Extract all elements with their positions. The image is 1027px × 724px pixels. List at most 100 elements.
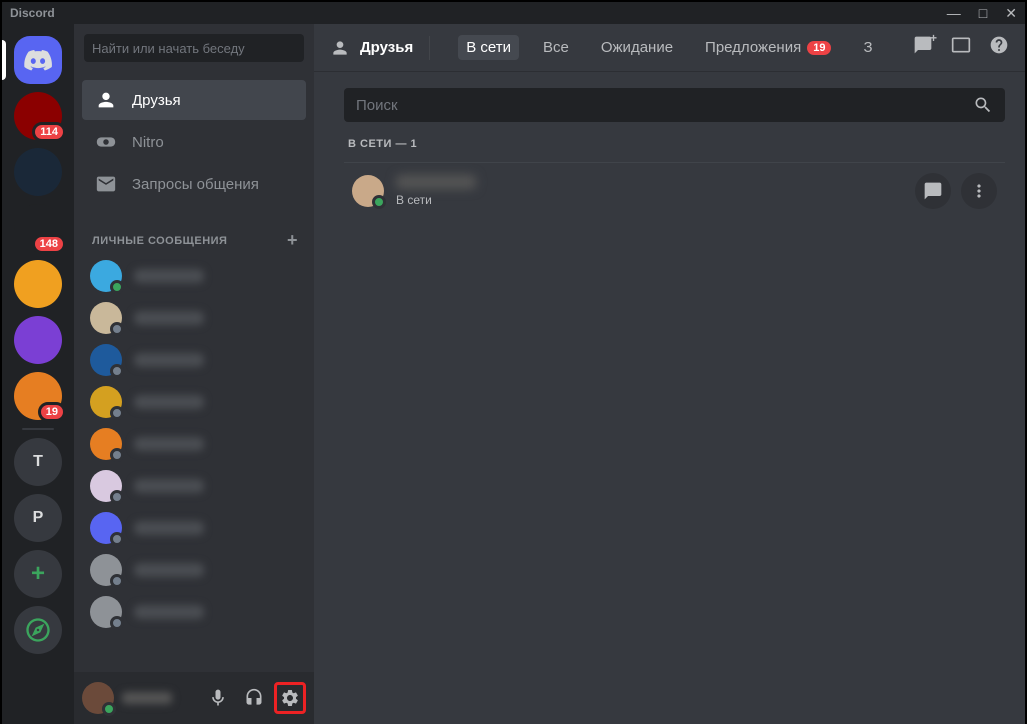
tab-label: Все (543, 39, 569, 56)
dm-item[interactable] (82, 255, 306, 297)
dm-name (134, 479, 204, 493)
server-item[interactable]: + (14, 550, 62, 598)
friends-search[interactable]: Поиск (344, 88, 1005, 122)
tab-badge: 19 (807, 41, 831, 55)
tab-label: Предложения (705, 39, 801, 56)
more-button[interactable] (961, 173, 997, 209)
dm-item[interactable] (82, 381, 306, 423)
header: Друзья В сети Все Ожидание Предложения 19 З + (314, 24, 1025, 72)
status-dot (110, 532, 124, 546)
deafen-button[interactable] (238, 682, 270, 714)
dm-item[interactable] (82, 297, 306, 339)
tab[interactable]: В сети (458, 35, 519, 60)
dm-item[interactable] (82, 507, 306, 549)
nitro-icon (94, 130, 118, 154)
tab[interactable]: З (855, 35, 880, 60)
server-badge: 148 (32, 234, 66, 254)
create-dm-button[interactable]: + (287, 230, 298, 251)
minimize-icon[interactable]: — (947, 6, 961, 20)
dm-name (134, 269, 204, 283)
server-badge: 114 (32, 122, 66, 142)
header-divider (429, 36, 430, 60)
nav-friends[interactable]: Друзья (82, 80, 306, 120)
dm-search[interactable]: Найти или начать беседу (84, 34, 304, 62)
dm-item[interactable] (82, 591, 306, 633)
status-dot (110, 322, 124, 336)
server-item[interactable]: P (14, 494, 62, 542)
close-icon[interactable]: ✕ (1005, 6, 1017, 20)
message-button[interactable] (915, 173, 951, 209)
tab-label: В сети (466, 39, 511, 56)
server-item[interactable]: T (14, 438, 62, 486)
server-item[interactable] (14, 316, 62, 364)
dm-name (134, 437, 204, 451)
inbox-icon[interactable] (951, 35, 971, 60)
status-dot (110, 406, 124, 420)
sidebar: Найти или начать беседу Друзья Nitro Запро… (74, 24, 314, 724)
user-panel (74, 672, 314, 724)
tab[interactable]: Ожидание (593, 35, 681, 60)
dm-name (134, 395, 204, 409)
new-group-dm-icon[interactable]: + (913, 35, 933, 60)
status-dot (110, 574, 124, 588)
friends-icon (94, 88, 118, 112)
nav-nitro[interactable]: Nitro (82, 122, 306, 162)
dm-avatar (90, 428, 122, 460)
dm-header-label: ЛИЧНЫЕ СООБЩЕНИЯ (92, 235, 227, 247)
help-icon[interactable] (989, 35, 1009, 60)
header-tabs: В сети Все Ожидание Предложения 19 З (458, 35, 880, 60)
status-dot (110, 448, 124, 462)
tab-label: Ожидание (601, 39, 673, 56)
server-list: 114 148 19 TP + (2, 24, 74, 724)
friend-name (396, 175, 476, 189)
server-badge: 19 (38, 402, 66, 422)
friend-actions (915, 173, 997, 209)
server-item[interactable]: 114 (14, 92, 62, 140)
status-dot (110, 280, 124, 294)
dm-avatar (90, 344, 122, 376)
status-dot (110, 616, 124, 630)
dm-avatar (90, 260, 122, 292)
friend-status: В сети (396, 193, 903, 207)
server-item[interactable] (14, 148, 62, 196)
titlebar: Discord — □ ✕ (2, 2, 1025, 24)
dm-item[interactable] (82, 339, 306, 381)
dm-name (134, 521, 204, 535)
user-avatar[interactable] (82, 682, 114, 714)
mail-icon (94, 172, 118, 196)
status-dot (110, 364, 124, 378)
settings-button[interactable] (274, 682, 306, 714)
content: Поиск В СЕТИ — 1 В сети (314, 72, 1025, 724)
friends-icon (330, 38, 350, 58)
dm-name (134, 605, 204, 619)
header-title-group: Друзья (330, 38, 413, 58)
dm-name (134, 353, 204, 367)
search-icon (973, 95, 993, 115)
maximize-icon[interactable]: □ (979, 6, 987, 20)
dm-item[interactable] (82, 465, 306, 507)
nav-label: Nitro (132, 134, 164, 151)
nav-list: Друзья Nitro Запросы общения (74, 72, 314, 214)
dm-search-placeholder: Найти или начать беседу (92, 41, 245, 56)
friend-row[interactable]: В сети (344, 162, 1005, 219)
status-dot (110, 490, 124, 504)
window-title: Discord (10, 6, 55, 20)
nav-mail[interactable]: Запросы общения (82, 164, 306, 204)
main: Друзья В сети Все Ожидание Предложения 19 З +… (314, 24, 1025, 724)
server-item[interactable] (14, 260, 62, 308)
tab[interactable]: Все (535, 35, 577, 60)
server-item[interactable] (14, 36, 62, 84)
dm-item[interactable] (82, 549, 306, 591)
dm-avatar (90, 554, 122, 586)
friends-list: В сети (344, 162, 1005, 219)
mute-button[interactable] (202, 682, 234, 714)
tab[interactable]: Предложения 19 (697, 35, 839, 60)
status-dot (372, 195, 386, 209)
user-name (122, 692, 172, 704)
server-item[interactable]: 19 (14, 372, 62, 420)
header-icons: + (913, 35, 1009, 60)
server-item[interactable] (14, 606, 62, 654)
dm-item[interactable] (82, 423, 306, 465)
server-item[interactable]: 148 (14, 204, 62, 252)
user-controls (202, 682, 306, 714)
